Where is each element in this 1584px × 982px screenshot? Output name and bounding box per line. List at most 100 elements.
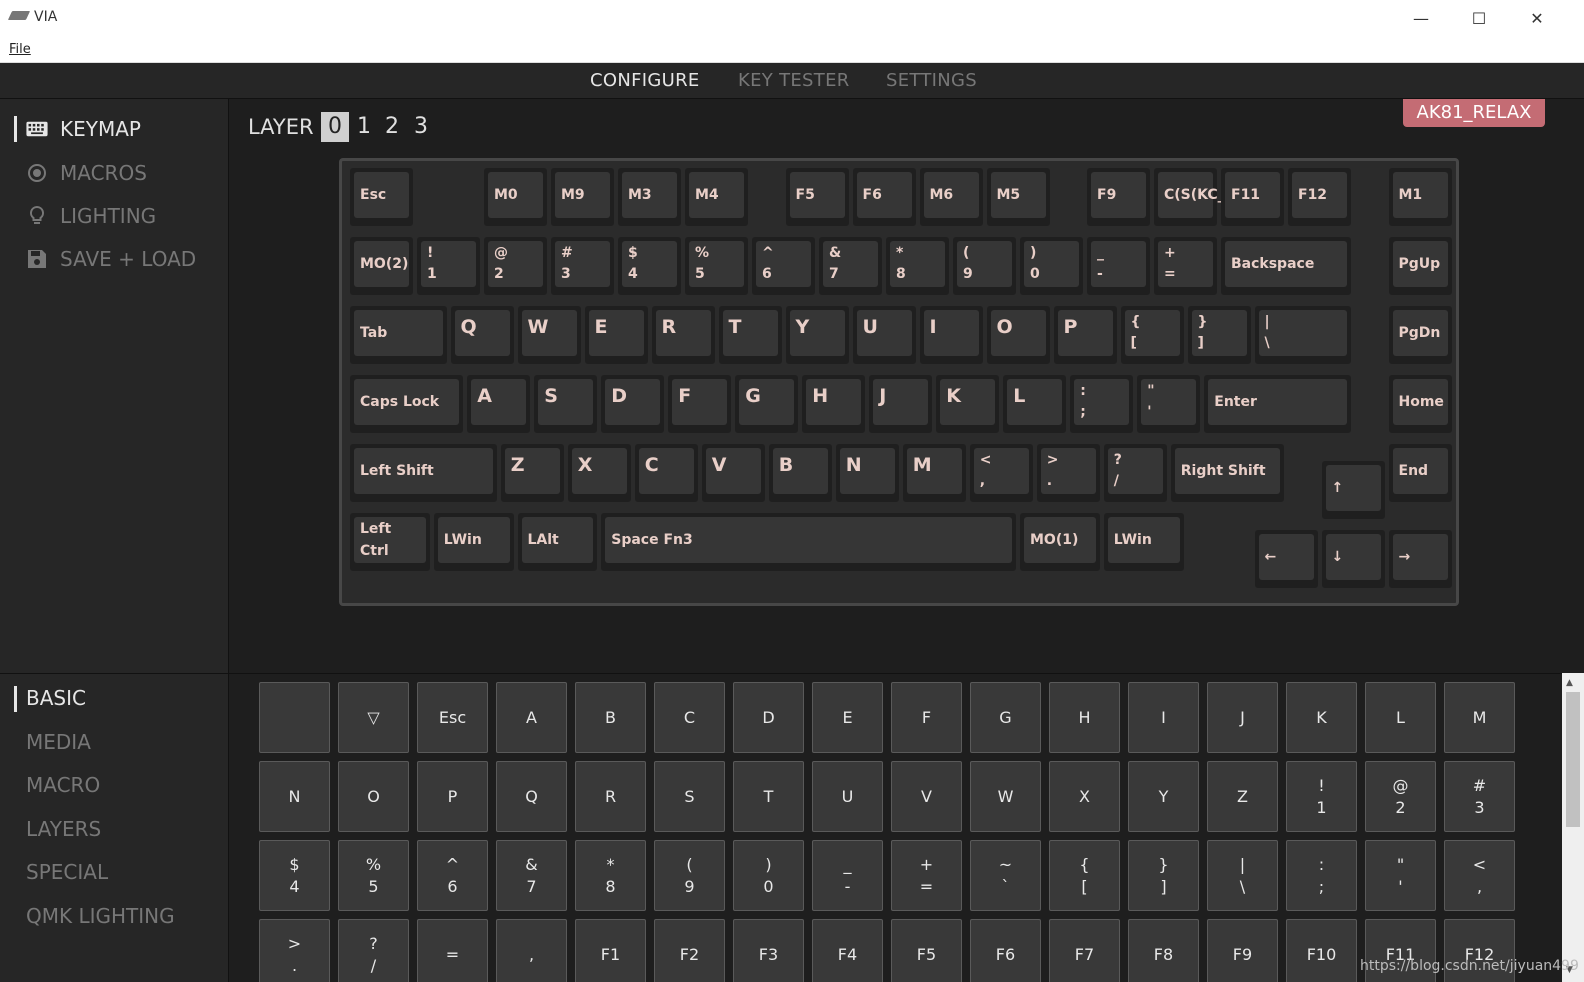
keymap-key[interactable]: L bbox=[1003, 375, 1067, 433]
keycode-button[interactable]: Z bbox=[1207, 761, 1278, 832]
keymap-key[interactable]: & 7 bbox=[819, 237, 882, 295]
keymap-key[interactable]: Left Ctrl bbox=[350, 513, 430, 571]
keycode-button[interactable]: Q bbox=[496, 761, 567, 832]
keymap-key[interactable]: F11 bbox=[1221, 168, 1284, 226]
keymap-key[interactable]: Space Fn3 bbox=[601, 513, 1016, 571]
layer-2-button[interactable]: 2 bbox=[378, 112, 406, 142]
keycode-button[interactable]: ▽ bbox=[338, 682, 409, 753]
keymap-key[interactable]: D bbox=[601, 375, 665, 433]
keymap-key[interactable]: LAlt bbox=[517, 513, 598, 571]
minimize-button[interactable]: — bbox=[1398, 6, 1444, 32]
keymap-key[interactable]: V bbox=[701, 444, 765, 502]
keymap-key[interactable]: M6 bbox=[919, 168, 983, 226]
keycode-button[interactable]: % 5 bbox=[338, 840, 409, 911]
keymap-key[interactable]: + = bbox=[1154, 237, 1217, 295]
keymap-key[interactable]: M1 bbox=[1388, 168, 1452, 226]
keymap-key[interactable]: Y bbox=[785, 306, 849, 364]
keycode-button[interactable]: K bbox=[1286, 682, 1357, 753]
menu-file[interactable]: File bbox=[9, 42, 31, 57]
keymap-key[interactable]: * 8 bbox=[886, 237, 949, 295]
keymap-key[interactable]: Tab bbox=[350, 306, 447, 364]
keymap-key[interactable]: ? / bbox=[1103, 444, 1167, 502]
keymap-key[interactable]: I bbox=[919, 306, 983, 364]
keycode-button[interactable]: F2 bbox=[654, 919, 725, 982]
keymap-key[interactable]: ) 0 bbox=[1020, 237, 1083, 295]
keycode-button[interactable]: P bbox=[417, 761, 488, 832]
keymap-key[interactable]: G bbox=[735, 375, 799, 433]
keycode-button[interactable]: V bbox=[891, 761, 962, 832]
keycode-button[interactable]: | \ bbox=[1207, 840, 1278, 911]
keymap-key[interactable]: #3 bbox=[551, 237, 614, 295]
category-qmk-lighting[interactable]: QMK LIGHTING bbox=[26, 904, 175, 928]
keymap-key[interactable]: (9 bbox=[953, 237, 1016, 295]
keymap-key[interactable]: M bbox=[902, 444, 966, 502]
keycode-button[interactable]: + = bbox=[891, 840, 962, 911]
keycode-button[interactable]: X bbox=[1049, 761, 1120, 832]
keymap-key[interactable]: Left Shift bbox=[350, 444, 497, 502]
keymap-key[interactable]: % 5 bbox=[685, 237, 748, 295]
keycode-button[interactable]: Esc bbox=[417, 682, 488, 753]
sidebar-item-lighting[interactable]: LIGHTING bbox=[26, 203, 156, 229]
keycode-button[interactable]: C bbox=[654, 682, 725, 753]
keycode-button[interactable]: ~ ` bbox=[970, 840, 1041, 911]
tab-settings[interactable]: SETTINGS bbox=[886, 70, 977, 91]
keymap-key[interactable]: Esc bbox=[350, 168, 413, 226]
keymap-key[interactable]: C(S(KC_ bbox=[1154, 168, 1225, 226]
keymap-key[interactable]: → bbox=[1388, 529, 1452, 588]
keycode-button[interactable]: @2 bbox=[1365, 761, 1436, 832]
keycode-button[interactable]: G bbox=[970, 682, 1041, 753]
keymap-key[interactable]: Enter bbox=[1204, 375, 1351, 433]
keycode-button[interactable]: I bbox=[1128, 682, 1199, 753]
keymap-key[interactable]: H bbox=[802, 375, 866, 433]
keymap-key[interactable]: E bbox=[584, 306, 648, 364]
keymap-key[interactable]: Z bbox=[500, 444, 564, 502]
keycode-button[interactable]: N bbox=[259, 761, 330, 832]
keycode-button[interactable]: R bbox=[575, 761, 646, 832]
keymap-key[interactable]: P bbox=[1053, 306, 1117, 364]
sidebar-item-macros[interactable]: MACROS bbox=[26, 160, 147, 186]
keymap-key[interactable]: $4 bbox=[618, 237, 681, 295]
keycode-button[interactable]: W bbox=[970, 761, 1041, 832]
category-special[interactable]: SPECIAL bbox=[26, 860, 108, 884]
keycode-button[interactable]: , bbox=[496, 919, 567, 982]
keycode-button[interactable]: }] bbox=[1128, 840, 1199, 911]
keymap-key[interactable]: Home bbox=[1388, 375, 1452, 433]
keymap-key[interactable]: M3 bbox=[618, 168, 681, 226]
keycode-button[interactable]: Y bbox=[1128, 761, 1199, 832]
keycode-button[interactable]: U bbox=[812, 761, 883, 832]
keycode-button[interactable]: F8 bbox=[1128, 919, 1199, 982]
keymap-key[interactable]: Backspace bbox=[1221, 237, 1351, 295]
keycode-button[interactable]: O bbox=[338, 761, 409, 832]
keymap-key[interactable]: LWin bbox=[1103, 513, 1184, 571]
keycode-button[interactable]: ? / bbox=[338, 919, 409, 982]
keymap-key[interactable]: M9 bbox=[551, 168, 614, 226]
keycode-button[interactable]: F4 bbox=[812, 919, 883, 982]
keymap-key[interactable]: F12 bbox=[1288, 168, 1351, 226]
keymap-key[interactable]: M5 bbox=[986, 168, 1050, 226]
keymap-key[interactable]: F5 bbox=[785, 168, 849, 226]
keymap-key[interactable]: ↑ bbox=[1321, 460, 1385, 519]
keycode-button[interactable]: = bbox=[417, 919, 488, 982]
keymap-key[interactable]: F9 bbox=[1087, 168, 1150, 226]
keymap-key[interactable]: T bbox=[718, 306, 782, 364]
keymap-key[interactable]: PgDn bbox=[1388, 306, 1452, 364]
keycode-button[interactable]: D bbox=[733, 682, 804, 753]
keymap-key[interactable]: | \ bbox=[1254, 306, 1351, 364]
keycode-button[interactable]: F1 bbox=[575, 919, 646, 982]
sidebar-item-save-load[interactable]: SAVE + LOAD bbox=[26, 246, 196, 272]
keymap-key[interactable]: " ' bbox=[1137, 375, 1201, 433]
keycode-button[interactable]: F7 bbox=[1049, 919, 1120, 982]
sidebar-item-keymap[interactable]: KEYMAP bbox=[26, 116, 141, 142]
keycode-button[interactable] bbox=[259, 682, 330, 753]
scrollbar-thumb[interactable] bbox=[1566, 692, 1580, 827]
keymap-key[interactable]: MO(1) bbox=[1020, 513, 1100, 571]
keycode-button[interactable]: M bbox=[1444, 682, 1515, 753]
tab-configure[interactable]: CONFIGURE bbox=[590, 70, 700, 91]
keymap-key[interactable]: ↓ bbox=[1321, 529, 1385, 588]
tab-key-tester[interactable]: KEY TESTER bbox=[738, 70, 850, 91]
keycode-button[interactable]: A bbox=[496, 682, 567, 753]
keycode-button[interactable]: $4 bbox=[259, 840, 330, 911]
keycode-button[interactable]: (9 bbox=[654, 840, 725, 911]
scroll-up-arrow-icon[interactable]: ▲ bbox=[1566, 678, 1573, 688]
keycode-button[interactable]: ^ 6 bbox=[417, 840, 488, 911]
